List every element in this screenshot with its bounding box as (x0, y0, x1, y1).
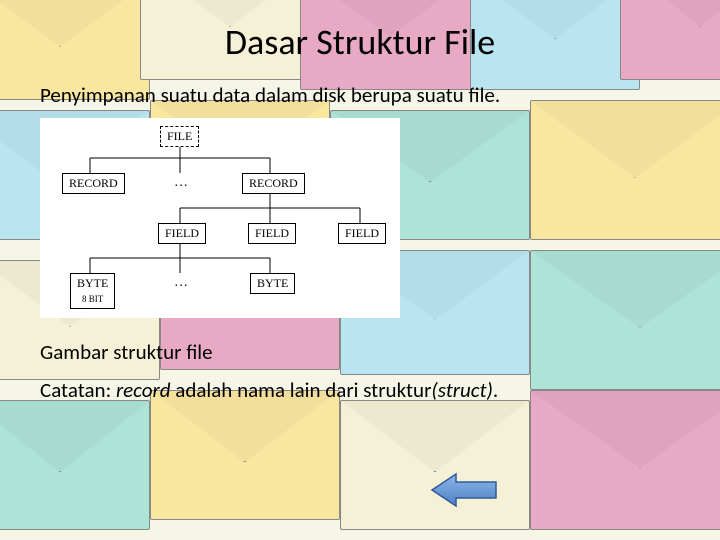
diagram-node-record: RECORD (62, 173, 125, 194)
file-structure-diagram: FILE RECORD … RECORD FIELD FIELD FIELD B… (40, 118, 400, 318)
caption-prefix: Catatan: (40, 377, 116, 403)
byte-label: BYTE (77, 276, 108, 290)
caption-line2: Catatan: record adalah nama lain dari st… (40, 376, 680, 404)
left-arrow-icon (430, 470, 500, 510)
subtitle-text: Penyimpanan suatu data dalam disk berupa… (40, 82, 680, 108)
byte-subnote: 8 BIT (82, 294, 103, 304)
caption-italic-struct: (struct) (431, 377, 492, 403)
caption-line1: Gambar struktur file (40, 338, 680, 366)
page-title: Dasar Struktur File (40, 20, 680, 64)
diagram-node-record: RECORD (242, 173, 305, 194)
diagram-ellipsis: … (174, 275, 188, 291)
diagram-node-byte: BYTE 8 BIT (70, 273, 115, 309)
diagram-node-field: FIELD (338, 223, 386, 244)
caption-mid: adalah nama lain dari struktur (171, 377, 432, 403)
diagram-node-field: FIELD (158, 223, 206, 244)
diagram-node-field: FIELD (248, 223, 296, 244)
caption-end: . (493, 377, 498, 403)
diagram-node-byte: BYTE (250, 273, 295, 294)
diagram-ellipsis: … (174, 175, 188, 191)
diagram-node-file: FILE (160, 126, 199, 147)
caption-italic-record: record (116, 377, 171, 403)
